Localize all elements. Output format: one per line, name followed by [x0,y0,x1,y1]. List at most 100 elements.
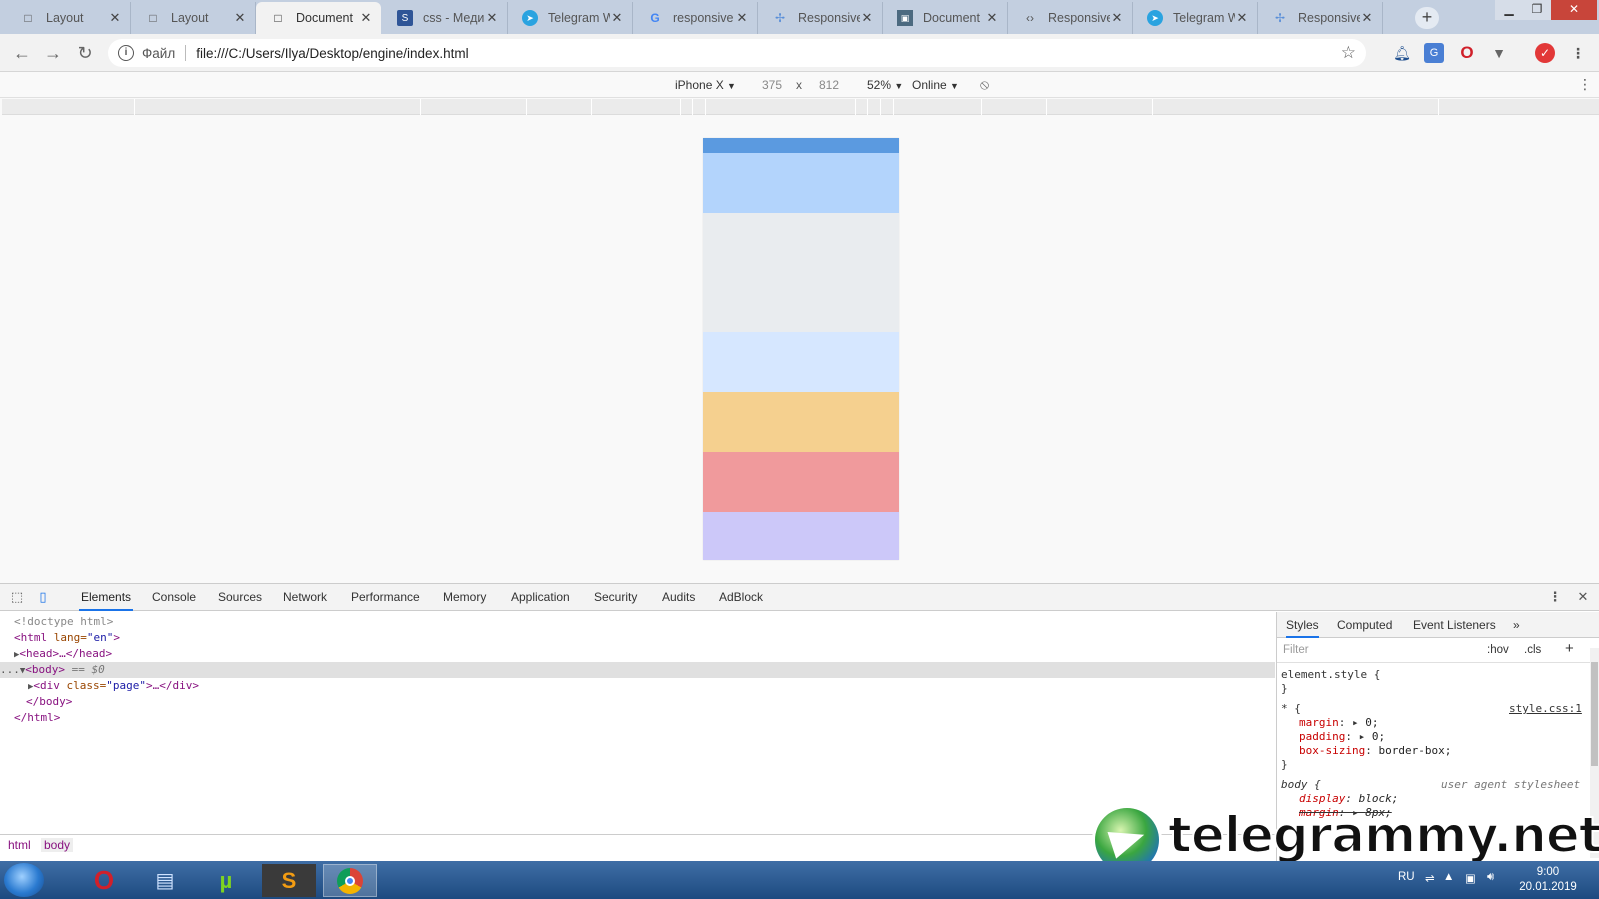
minimize-button[interactable]: ▁ [1495,0,1523,20]
tab-layout-2[interactable]: □ Layout ✕ [131,2,256,34]
close-icon[interactable]: ✕ [985,10,999,26]
back-button[interactable]: ← [10,41,34,65]
taskbar-utorrent[interactable]: µ [199,864,253,897]
tab-adblock[interactable]: AdBlock [717,584,765,611]
dom-div-page[interactable]: ▶<div class="page">…</div> [28,678,1303,694]
cls-toggle[interactable]: .cls [1524,644,1541,656]
keyboard-icon[interactable]: ⇌ [1425,871,1435,885]
close-icon[interactable]: ✕ [485,10,499,26]
universal-rule-source[interactable]: style.css:1 [1509,702,1582,716]
reload-button[interactable]: ↻ [73,41,97,65]
tab-document-2[interactable]: ▣ Document ✕ [883,2,1008,34]
tab-performance[interactable]: Performance [349,584,422,611]
tab-telegram-1[interactable]: ➤ Telegram W ✕ [508,2,633,34]
tab-layout-1[interactable]: □ Layout ✕ [6,2,131,34]
more-tabs-icon[interactable]: » [1513,612,1520,638]
close-icon[interactable]: ✕ [108,10,122,26]
extension-bell-icon[interactable]: 🔔︎ [1392,43,1412,63]
window-close-button[interactable]: ✕ [1551,0,1597,20]
device-select[interactable]: iPhone X ▼ [675,78,736,92]
language-indicator[interactable]: RU [1398,871,1415,883]
dom-body-selected[interactable]: ...▼<body> == $0 [0,662,1275,678]
tab-network[interactable]: Network [281,584,329,611]
dom-html-open[interactable]: <html lang="en"> [14,630,1289,646]
width-input[interactable]: 375 [762,78,782,92]
tab-styles[interactable]: Styles [1286,612,1319,638]
scrollbar-thumb[interactable] [1591,662,1598,766]
volume-icon[interactable]: 🔊︎ [1487,871,1494,884]
tab-memory[interactable]: Memory [441,584,488,611]
rule-padding[interactable]: padding: ▸ 0; [1299,730,1599,744]
tab-document-active[interactable]: □ Document ✕ [256,2,381,34]
zoom-select[interactable]: 52% ▼ [867,78,903,92]
close-icon[interactable]: ✕ [233,10,247,26]
devtools-menu-icon[interactable]: ⋮ [1547,589,1563,605]
taskbar-chrome[interactable] [323,864,377,897]
element-style-selector[interactable]: element.style { [1281,668,1599,682]
dom-head[interactable]: ▶<head>…</head> [14,646,1289,662]
tab-console[interactable]: Console [150,584,198,611]
breadcrumb-body[interactable]: body [41,838,74,852]
network-throttle-select[interactable]: Online ▼ [912,78,959,92]
vpn-extension-icon[interactable]: ▼ [1489,43,1509,63]
device-toolbar-menu-icon[interactable]: ⋮ [1578,76,1592,93]
profile-avatar-icon[interactable]: ✓ [1535,43,1555,63]
network-icon[interactable]: ▣ [1465,871,1476,885]
tab-responsive-3[interactable]: ✢ Responsive ✕ [1258,2,1383,34]
styles-filter[interactable]: Filter :hov .cls + [1277,639,1599,663]
close-icon[interactable]: ✕ [860,10,874,26]
inspect-element-icon[interactable]: ⬚ [9,589,25,605]
taskbar-clock[interactable]: 9:00 20.01.2019 [1508,865,1588,895]
device-toolbar: iPhone X ▼ 375 x 812 52% ▼ Online ▼ ⦸ ⋮ [0,72,1599,98]
tab-telegram-2[interactable]: ➤ Telegram W ✕ [1133,2,1258,34]
dom-html-close[interactable]: </html> [14,710,1289,726]
media-query-ruler[interactable] [2,99,1599,115]
bookmark-star-icon[interactable]: ☆ [1341,43,1356,63]
taskbar-sublime[interactable]: S [262,864,316,897]
new-tab-button[interactable]: + [1415,7,1439,29]
tab-css-media[interactable]: S css - Медиа ✕ [383,2,508,34]
forward-button[interactable]: → [41,41,65,65]
dom-doctype[interactable]: <!doctype html> [14,614,1289,630]
dom-body-close[interactable]: </body> [26,694,1301,710]
tab-computed[interactable]: Computed [1337,612,1392,638]
omnibox[interactable]: i Файл file:///C:/Users/Ilya/Desktop/eng… [108,39,1366,67]
close-icon[interactable]: ✕ [359,10,373,26]
tab-responsive-2[interactable]: ‹› Responsive ✕ [1008,2,1133,34]
filter-input[interactable]: Filter [1283,644,1309,656]
close-icon[interactable]: ✕ [1110,10,1124,26]
hov-toggle[interactable]: :hov [1487,644,1509,656]
start-button[interactable] [4,863,44,897]
close-icon[interactable]: ✕ [735,10,749,26]
taskbar-explorer[interactable]: ▤ [138,864,192,897]
tab-elements[interactable]: Elements [79,584,134,611]
breadcrumb-html[interactable]: html [5,838,34,852]
add-rule-icon[interactable]: + [1565,640,1574,657]
url-text[interactable]: file:///C:/Users/Ilya/Desktop/engine/ind… [196,46,1341,61]
maximize-button[interactable]: ❐ [1523,0,1551,20]
translate-icon[interactable]: G [1424,43,1444,63]
tab-google-responsive[interactable]: G responsive ✕ [633,2,758,34]
tab-application[interactable]: Application [509,584,572,611]
tab-audits[interactable]: Audits [660,584,697,611]
rule-display[interactable]: display: block; [1299,792,1599,806]
close-icon[interactable]: ✕ [1235,10,1249,26]
height-input[interactable]: 812 [819,78,839,92]
browser-menu-icon[interactable]: ⋮ [1568,43,1588,63]
taskbar-opera[interactable]: O [77,864,131,897]
tab-responsive-1[interactable]: ✢ Responsive ✕ [758,2,883,34]
devtools-close-icon[interactable]: ✕ [1575,589,1591,605]
rule-box-sizing[interactable]: box-sizing: border-box; [1299,744,1599,758]
close-icon[interactable]: ✕ [610,10,624,26]
rotate-icon[interactable]: ⦸ [980,76,989,93]
device-toggle-icon[interactable]: ▯ [35,589,51,605]
tab-sources[interactable]: Sources [216,584,264,611]
tab-event-listeners[interactable]: Event Listeners [1413,612,1496,638]
info-icon[interactable]: i [118,45,134,61]
rule-margin[interactable]: margin: ▸ 0; [1299,716,1599,730]
elements-tree: <!doctype html> <html lang="en"> ▶<head>… [0,612,1275,834]
opera-extension-icon[interactable]: O [1457,43,1477,63]
close-icon[interactable]: ✕ [1360,10,1374,26]
tray-expand-icon[interactable]: ▲ [1443,871,1454,883]
tab-security[interactable]: Security [592,584,639,611]
